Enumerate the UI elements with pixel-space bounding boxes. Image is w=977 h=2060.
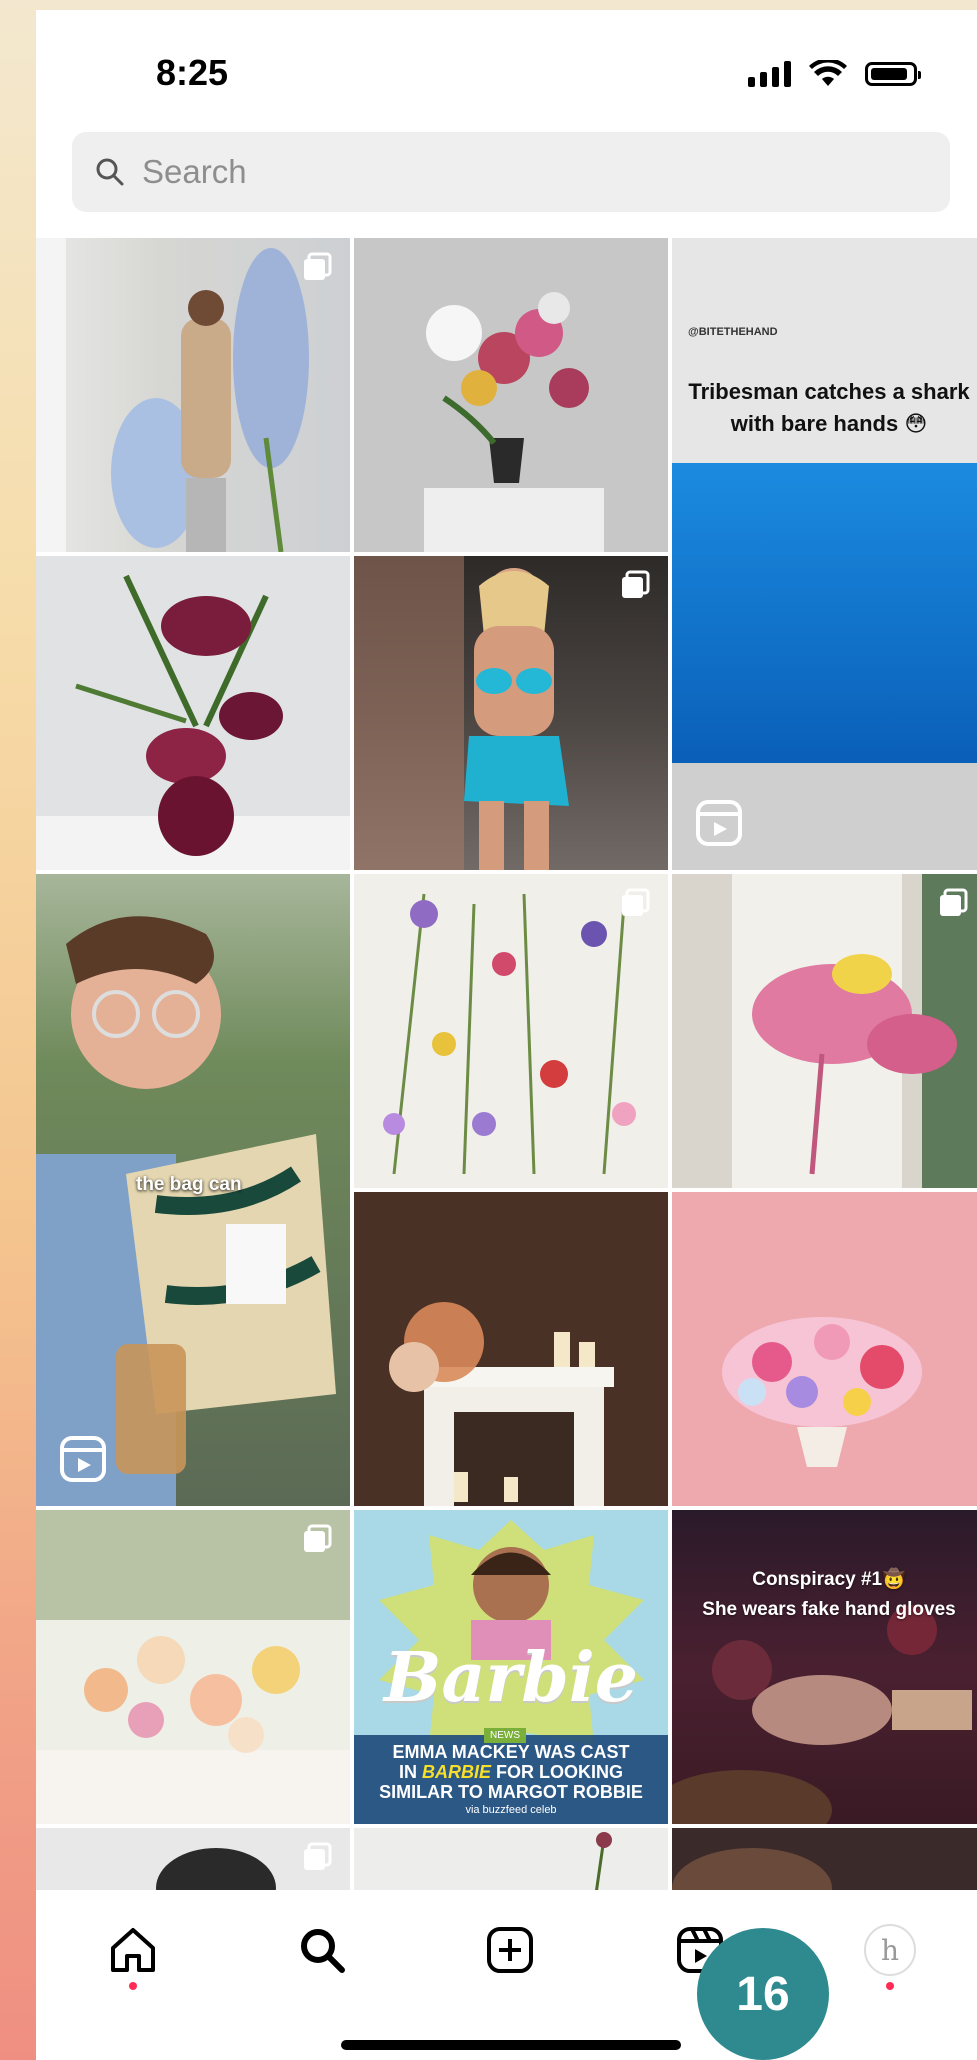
bridal-bouquet-image	[732, 874, 977, 1188]
grid-tile-shark-reel[interactable]: @BITETHEHAND Tribesman catches a shark w…	[672, 238, 977, 870]
nav-search[interactable]	[292, 1920, 352, 1980]
lily-vase-image	[424, 292, 604, 552]
reels-icon	[696, 800, 742, 846]
anthurium-image	[36, 574, 350, 870]
ocean-image	[672, 463, 977, 763]
status-time: 8:25	[156, 52, 229, 93]
carousel-icon	[940, 888, 968, 916]
conspiracy-caption-1: Conspiracy #1🤠	[752, 1569, 906, 1590]
grid-tile-fireplace[interactable]	[354, 1192, 668, 1506]
grid-tile-conspiracy-reel[interactable]: Conspiracy #1🤠 She wears fake hand glove…	[672, 1510, 977, 1824]
status-icons	[748, 60, 921, 88]
signal-icon	[748, 61, 791, 87]
grid-tile-anthurium[interactable]	[36, 556, 350, 870]
fireplace-image	[354, 1192, 668, 1506]
search-input[interactable]: Search	[72, 132, 950, 212]
grid-tile-peach-table[interactable]	[36, 1510, 350, 1824]
barbie-logo: Barbie	[383, 1638, 638, 1718]
headline-highlight: BARBIE	[422, 1762, 492, 1782]
carousel-icon	[622, 888, 650, 916]
shark-handle: @BITETHEHAND	[688, 326, 778, 338]
notification-dot	[129, 1982, 137, 1990]
profile-avatar: h	[864, 1924, 916, 1976]
search-placeholder: Search	[142, 153, 247, 190]
carousel-icon	[304, 1842, 332, 1870]
search-icon	[301, 1929, 345, 1973]
conspiracy-caption-2: She wears fake hand gloves	[702, 1599, 956, 1620]
nav-home[interactable]	[103, 1920, 163, 1980]
home-icon	[111, 1928, 155, 1972]
headline-line-3: SIMILAR TO MARGOT ROBBIE	[379, 1782, 643, 1802]
home-indicator[interactable]	[341, 2040, 681, 2050]
barbie-source: via buzzfeed celeb	[465, 1804, 557, 1816]
news-badge: NEWS	[484, 1728, 526, 1743]
conspiracy-caption: Conspiracy #1🤠 She wears fake hand glove…	[672, 1565, 977, 1625]
swimsuit-image	[354, 556, 569, 870]
bottom-nav: h	[36, 1890, 977, 2060]
headline-line-1: EMMA MACKEY WAS CAST	[392, 1742, 630, 1762]
bag-caption: the bag can	[136, 1174, 242, 1195]
battery-icon	[865, 62, 921, 86]
carousel-icon	[304, 1524, 332, 1552]
pressed-flowers-image	[383, 893, 636, 1175]
grid-tile-pressed-flowers[interactable]	[354, 874, 668, 1188]
grid-tile-bridal-bouquet[interactable]	[672, 874, 977, 1188]
carousel-icon	[622, 570, 650, 598]
reels-icon	[60, 1436, 106, 1482]
barbie-headline: EMMA MACKEY WAS CAST IN BARBIE FOR LOOKI…	[360, 1742, 662, 1802]
grid-tile-lily-vase[interactable]	[354, 238, 668, 552]
nav-create[interactable]	[480, 1920, 540, 1980]
peach-table-image	[36, 1510, 350, 1824]
carousel-icon	[304, 252, 332, 280]
phone-screen: 8:25 Search @BITETHEHAND Tribesman catch…	[36, 10, 977, 2060]
wifi-icon	[809, 60, 847, 86]
nav-profile[interactable]: h	[860, 1920, 920, 1980]
slide-number-badge: 16	[697, 1928, 829, 2060]
shark-caption-panel: @BITETHEHAND Tribesman catches a shark w…	[672, 238, 977, 463]
pink-bouquet-image	[722, 1317, 922, 1467]
delphinium-image	[36, 238, 309, 552]
grid-tile-pink-bouquet[interactable]	[672, 1192, 977, 1506]
grid-tile-swimsuit[interactable]	[354, 556, 668, 870]
notification-dot	[886, 1982, 894, 1990]
conspiracy-image	[672, 1605, 972, 1824]
headline-line-2: IN BARBIE FOR LOOKING	[360, 1762, 662, 1782]
grid-tile-bag-reel[interactable]: the bag can	[36, 874, 350, 1506]
headline-line-2a: IN	[398, 1762, 422, 1782]
create-icon	[487, 1927, 533, 1973]
headline-line-2c: FOR LOOKING	[491, 1762, 624, 1782]
search-icon	[96, 158, 124, 186]
grid-tile-florist[interactable]	[36, 238, 350, 552]
grid-tile-barbie-news[interactable]: Barbie NEWS EMMA MACKEY WAS CAST IN BARB…	[354, 1510, 668, 1824]
shark-caption: Tribesman catches a shark with bare hand…	[688, 379, 970, 436]
